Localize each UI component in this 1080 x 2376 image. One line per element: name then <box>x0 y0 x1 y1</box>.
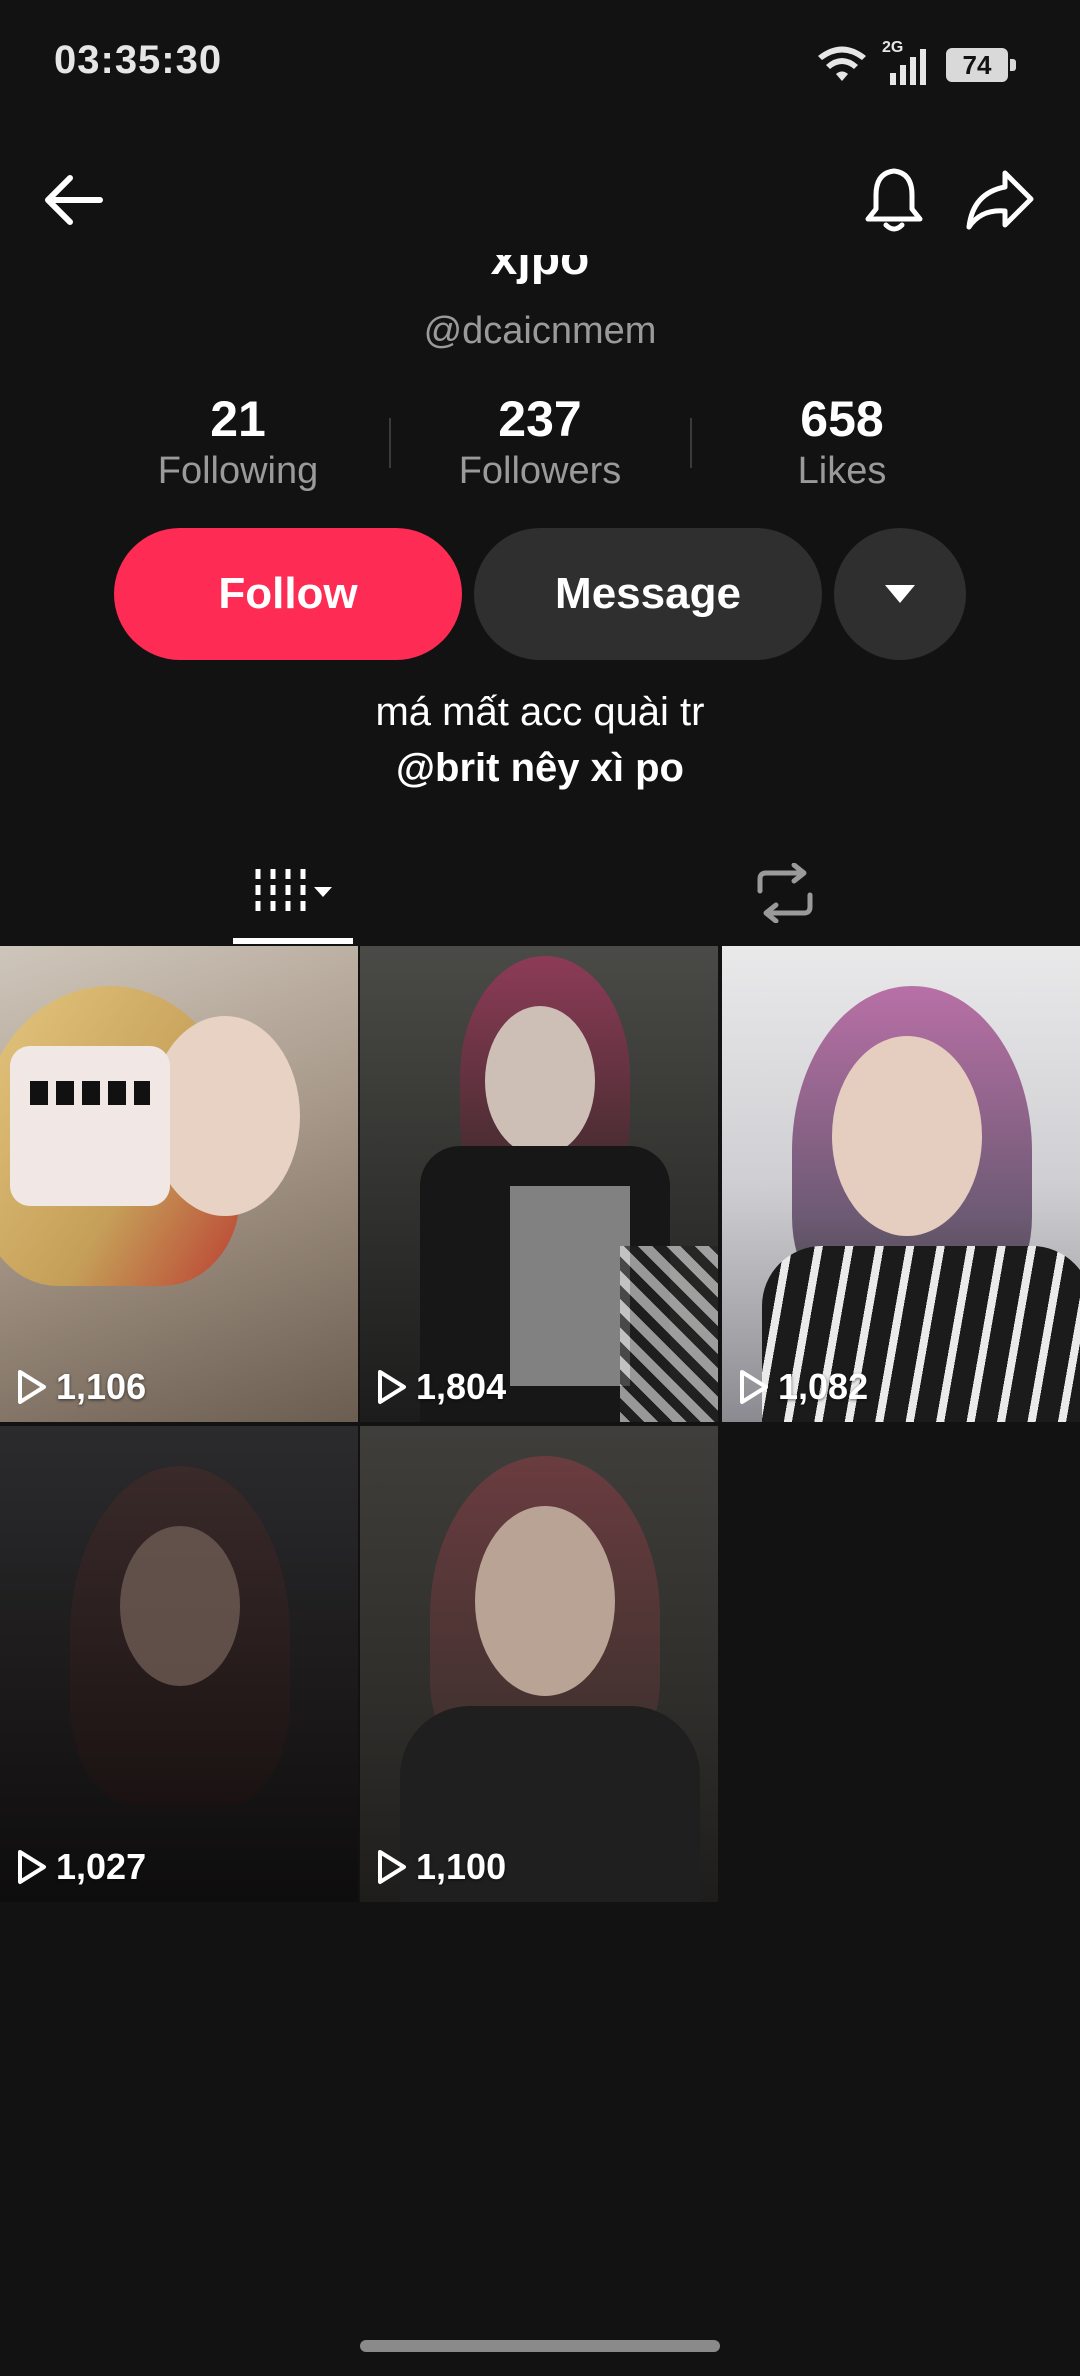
cellular-signal-icon: 2G <box>882 39 932 87</box>
notification-button[interactable] <box>854 160 934 240</box>
thumbnail-image <box>360 1426 718 1902</box>
thumbnail-image <box>0 946 358 1422</box>
stat-likes[interactable]: 658 Likes <box>692 390 992 494</box>
status-icons: 2G 74 <box>816 39 1016 88</box>
bio-mention-link[interactable]: @brit nêy xì po <box>0 746 1080 791</box>
active-tab-indicator <box>233 938 353 944</box>
video-thumbnail[interactable]: 1,082 <box>722 946 1080 1422</box>
play-icon <box>18 1850 46 1884</box>
play-icon <box>740 1370 768 1404</box>
thumbnail-image <box>0 1426 358 1902</box>
view-count-text: 1,100 <box>416 1846 507 1887</box>
caret-down-icon <box>885 585 915 603</box>
profile-stats: 21 Following 237 Followers 658 Likes <box>0 390 1080 500</box>
followers-count: 237 <box>498 391 582 447</box>
tab-videos[interactable] <box>233 838 353 948</box>
video-thumbnail[interactable]: 1,804 <box>360 946 718 1422</box>
wifi-icon <box>818 46 866 81</box>
share-arrow-icon <box>966 170 1034 230</box>
more-options-button[interactable] <box>834 528 966 660</box>
arrow-left-icon <box>45 175 103 225</box>
stat-following[interactable]: 21 Following <box>88 390 388 494</box>
play-icon <box>378 1850 406 1884</box>
video-thumbnail[interactable]: 1,027 <box>0 1426 358 1902</box>
play-icon <box>378 1370 406 1404</box>
tab-reposts[interactable] <box>730 838 840 948</box>
stat-followers[interactable]: 237 Followers <box>390 390 690 494</box>
view-count: 1,100 <box>376 1846 506 1888</box>
video-thumbnail[interactable]: 1,100 <box>360 1426 718 1902</box>
thumbnail-image <box>722 946 1080 1422</box>
battery-level: 74 <box>962 49 992 80</box>
display-name-text: xjpo <box>490 255 590 285</box>
share-button[interactable] <box>960 160 1040 240</box>
view-count-text: 1,082 <box>778 1366 869 1407</box>
view-count-text: 1,106 <box>56 1366 147 1407</box>
display-name: xjpo <box>0 255 1080 305</box>
repost-icon <box>757 863 813 923</box>
message-button[interactable]: Message <box>474 528 822 660</box>
video-grid-icon <box>255 869 332 917</box>
bio-text: má mất acc quài tr <box>375 690 705 734</box>
thumbnail-image <box>360 946 718 1422</box>
play-icon <box>18 1370 46 1404</box>
username: @dcaicnmem <box>423 310 657 352</box>
bell-icon <box>865 168 923 232</box>
battery-icon: 74 <box>946 48 1016 82</box>
following-label: Following <box>157 450 319 492</box>
view-count-text: 1,027 <box>56 1846 147 1887</box>
view-count: 1,082 <box>738 1366 868 1408</box>
view-count-text: 1,804 <box>416 1366 507 1407</box>
following-count: 21 <box>210 391 266 447</box>
view-count: 1,106 <box>16 1366 146 1408</box>
video-thumbnail[interactable]: 1,106 <box>0 946 358 1422</box>
follow-button[interactable]: Follow <box>114 528 462 660</box>
home-indicator[interactable] <box>360 2340 720 2352</box>
followers-label: Followers <box>458 450 622 492</box>
view-count: 1,804 <box>376 1366 506 1408</box>
status-time: 03:35:30 <box>54 38 223 82</box>
likes-label: Likes <box>797 450 887 492</box>
status-bar: 03:35:30 2G 74 <box>0 0 1080 130</box>
back-button[interactable] <box>32 160 112 240</box>
likes-count: 658 <box>800 391 884 447</box>
view-count: 1,027 <box>16 1846 146 1888</box>
